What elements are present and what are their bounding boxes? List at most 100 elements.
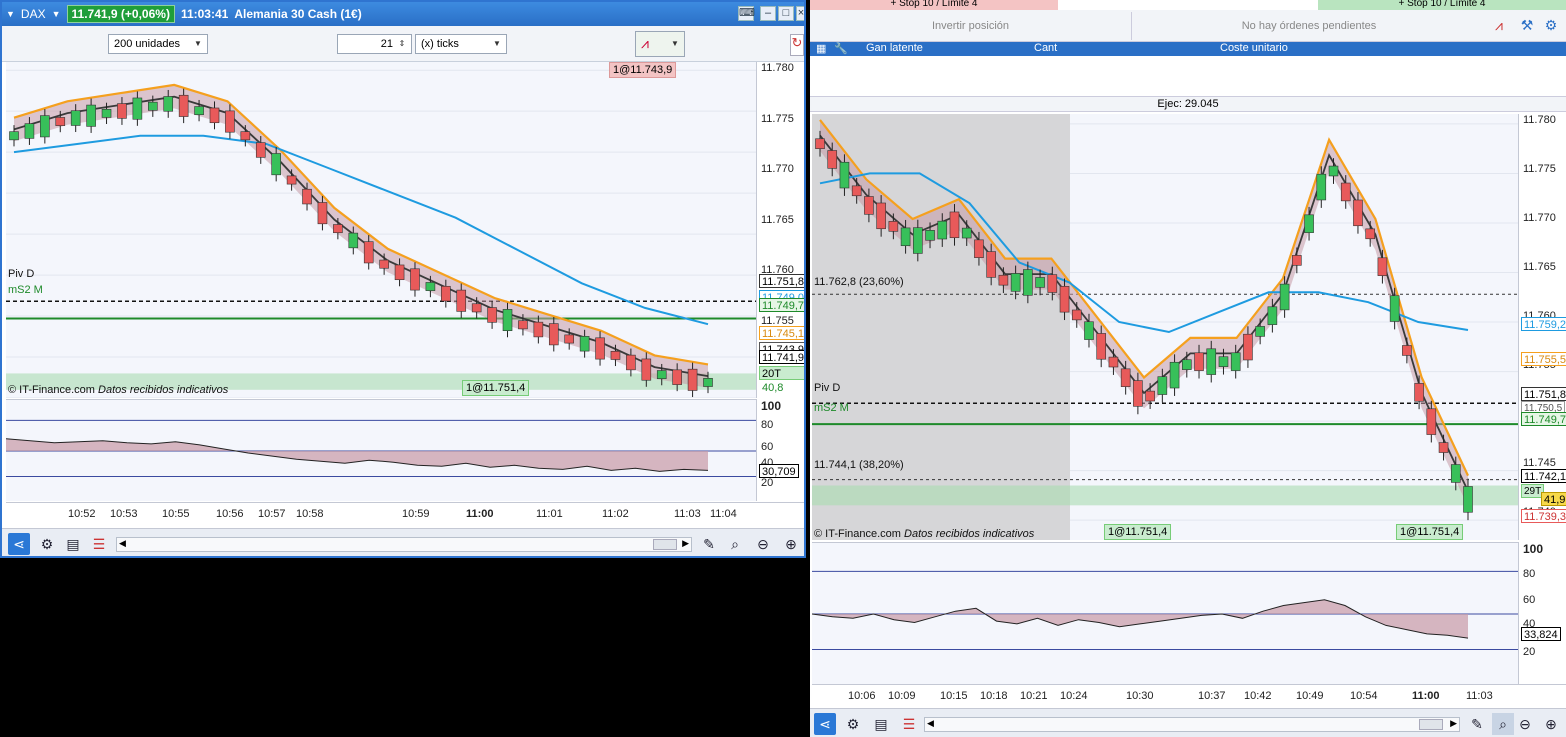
zoom-in-icon[interactable]: ⊕ xyxy=(1540,713,1562,735)
stepper-arrows-icon[interactable]: ⇕ xyxy=(395,37,409,51)
left-x-axis: 10:52 10:53 10:55 10:56 10:57 10:58 10:59 11:00… xyxy=(6,502,804,528)
candle-body xyxy=(533,321,544,338)
osc-100: 100 xyxy=(1523,542,1544,556)
candle-body xyxy=(1243,333,1253,361)
zoom-area-icon[interactable]: ⌕ xyxy=(1492,713,1514,735)
scroll-right-icon[interactable]: ▶ xyxy=(682,538,689,549)
scroll-thumb[interactable] xyxy=(653,539,677,550)
zoom-area-icon[interactable]: ⌕ xyxy=(724,533,746,555)
candle-body xyxy=(998,274,1009,286)
pending-orders-text: No hay órdenes pendientes xyxy=(1241,20,1377,32)
candle-body xyxy=(1389,295,1400,322)
x-label-5: 10:24 xyxy=(1060,690,1088,702)
candle-body xyxy=(1133,380,1143,407)
close-icon[interactable]: × xyxy=(796,6,804,21)
grid-icon[interactable]: ▦ xyxy=(816,42,826,55)
scroll-thumb[interactable] xyxy=(1419,719,1443,730)
ticks-stepper[interactable]: 21 ⇕ xyxy=(337,34,412,54)
y-label-3: 11.765 xyxy=(761,213,794,226)
right-y-axis: 11.78011.77511.77011.76511.76011.75511.7… xyxy=(1518,114,1566,540)
order-tag-a[interactable]: 1@11.751,4 xyxy=(1104,524,1172,540)
invert-position-button[interactable]: Invertir posición xyxy=(810,12,1132,40)
chart-settings-icon[interactable]: ⩘ xyxy=(1488,14,1510,36)
scroll-right-icon[interactable]: ▶ xyxy=(1450,718,1457,729)
candle-body xyxy=(209,107,220,124)
candle-body xyxy=(827,150,838,169)
order-tag-top[interactable]: 1@11.743,9 xyxy=(609,62,677,78)
table-icon[interactable]: ▤ xyxy=(62,533,84,555)
wrench-icon[interactable]: ⚙ xyxy=(1540,14,1562,36)
candle-body xyxy=(502,309,513,332)
x-label-1: 10:53 xyxy=(110,508,138,520)
dropdown-arrow-icon[interactable]: ▼ xyxy=(52,9,61,19)
candle-body xyxy=(1023,269,1033,296)
osc-20: 20 xyxy=(1523,646,1536,658)
scroll-left-icon[interactable]: ◀ xyxy=(119,538,126,549)
drawing-tools-icon[interactable]: ✎ xyxy=(698,533,720,555)
chevron-down-icon[interactable]: ▼ xyxy=(490,37,504,51)
left-oscillator-panel[interactable] xyxy=(6,399,756,501)
zoom-out-icon[interactable]: ⊖ xyxy=(752,533,774,555)
order-tag-b[interactable]: 1@11.751,4 xyxy=(1396,524,1464,540)
minimize-icon[interactable]: – xyxy=(760,6,776,21)
chevron-down-icon[interactable]: ▼ xyxy=(668,37,682,51)
orders-list-icon[interactable]: ☰ xyxy=(898,713,920,735)
drawing-tools-icon[interactable]: ✎ xyxy=(1466,713,1488,735)
horizontal-scrollbar[interactable]: ◀ ▶ xyxy=(924,717,1460,732)
units-select[interactable]: 200 unidades ▼ xyxy=(108,34,208,54)
right-price-chart[interactable]: 11.762,8 (23,60%) 11.744,1 (38,20%) Piv … xyxy=(812,114,1518,540)
col-coste[interactable]: Coste unitario xyxy=(1220,42,1288,54)
ticks-unit-select[interactable]: (x) ticks ▼ xyxy=(415,34,507,54)
data-note: Datos recibidos indicativos xyxy=(904,528,1035,540)
col-cant[interactable]: Cant xyxy=(1034,42,1057,54)
scroll-left-icon[interactable]: ◀ xyxy=(927,718,934,729)
keyboard-icon[interactable]: ⌨ xyxy=(738,6,755,21)
zoom-out-icon[interactable]: ⊖ xyxy=(1514,713,1536,735)
zoom-in-icon[interactable]: ⊕ xyxy=(780,533,802,555)
candle-body xyxy=(1230,352,1241,371)
candle-body xyxy=(1426,408,1437,435)
table-icon[interactable]: ▤ xyxy=(870,713,892,735)
cursor-settings-icon[interactable]: ⚙ xyxy=(36,533,58,555)
clock-time: 11:03:41 xyxy=(180,7,229,21)
horizontal-scrollbar[interactable]: ◀ ▶ xyxy=(116,537,692,552)
dropdown-arrow-icon[interactable]: ▼ xyxy=(6,9,15,19)
left-title-bar[interactable]: ▼ DAX ▼ 11.741,9 (+0,06%) 11:03:41 Alema… xyxy=(2,2,804,26)
left-price-svg xyxy=(6,69,756,398)
candle-body xyxy=(441,285,451,302)
x-label-7: 10:37 xyxy=(1198,690,1226,702)
y-label-1: 11.775 xyxy=(1523,163,1556,175)
x-label-4: 10:57 xyxy=(258,508,286,520)
col-gan-latente[interactable]: Gan latente xyxy=(866,42,923,54)
strategy-button[interactable]: ⩘ ▼ xyxy=(635,31,685,57)
share-icon[interactable]: ⋖ xyxy=(8,533,30,555)
orders-list-icon[interactable]: ☰ xyxy=(88,533,110,555)
candle-body xyxy=(1194,352,1204,371)
stop-limit-right[interactable]: + Stop 10 / Límite 4 xyxy=(1318,0,1566,10)
cursor-settings-icon[interactable]: ⚙ xyxy=(842,713,864,735)
wrench-icon[interactable]: 🔧 xyxy=(834,42,848,55)
right-oscillator-panel[interactable] xyxy=(812,542,1518,684)
candle-body xyxy=(900,227,911,247)
candle-body xyxy=(518,320,528,330)
y-label-1: 11.775 xyxy=(761,112,794,125)
refresh-icon[interactable]: ↻ xyxy=(790,34,804,56)
x-label-10: 10:54 xyxy=(1350,690,1378,702)
order-tag-bottom[interactable]: 1@11.751,4 xyxy=(462,380,530,396)
left-price-chart[interactable]: Piv D mS2 M © IT-Finance.com Datos recib… xyxy=(6,62,756,398)
ticks-count-value: 40,8 xyxy=(762,382,784,394)
wrench-icon[interactable]: ⚒ xyxy=(1516,14,1538,36)
candle-body xyxy=(240,131,251,141)
stop-limit-left[interactable]: + Stop 10 / Límite 4 xyxy=(810,0,1058,10)
candle-body xyxy=(101,108,112,118)
chevron-down-icon[interactable]: ▼ xyxy=(191,37,205,51)
ticks-count: 20T xyxy=(762,368,781,380)
candle-body xyxy=(925,230,935,241)
ms2-tag: 11.749,7 xyxy=(759,298,804,312)
candle-body xyxy=(626,354,636,371)
share-icon[interactable]: ⋖ xyxy=(814,713,836,735)
maximize-icon[interactable]: □ xyxy=(778,6,794,21)
copyright: © IT-Finance.com xyxy=(814,528,901,540)
candle-body xyxy=(1157,376,1168,395)
candle-body xyxy=(1414,383,1424,402)
